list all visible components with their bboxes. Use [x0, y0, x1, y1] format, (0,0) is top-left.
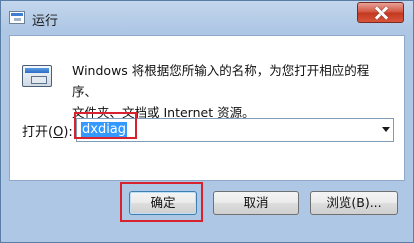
- browse-button[interactable]: 浏览(B)...: [310, 191, 398, 215]
- title-bar[interactable]: 运行: [1, 1, 413, 35]
- close-button[interactable]: [357, 2, 404, 23]
- open-field-label: 打开(O):: [22, 125, 73, 140]
- close-icon: [374, 6, 388, 20]
- ok-highlight-annotation: [120, 182, 203, 222]
- input-highlight-annotation: [74, 112, 137, 139]
- dialog-body: Windows 将根据您所输入的名称，为您打开相应的程序、 文件夹、文档或 In…: [9, 35, 405, 181]
- run-dialog: 运行 Windows 将根据您所输入的名称，为您打开相应的程序、 文件夹、文档或…: [0, 0, 414, 243]
- run-dialog-icon: [9, 11, 25, 24]
- chevron-down-icon[interactable]: [382, 127, 390, 132]
- run-program-icon: [22, 65, 52, 87]
- window-title: 运行: [32, 14, 59, 29]
- cancel-button[interactable]: 取消: [213, 191, 299, 215]
- instructions-line-1: Windows 将根据您所输入的名称，为您打开相应的程序、: [72, 63, 370, 99]
